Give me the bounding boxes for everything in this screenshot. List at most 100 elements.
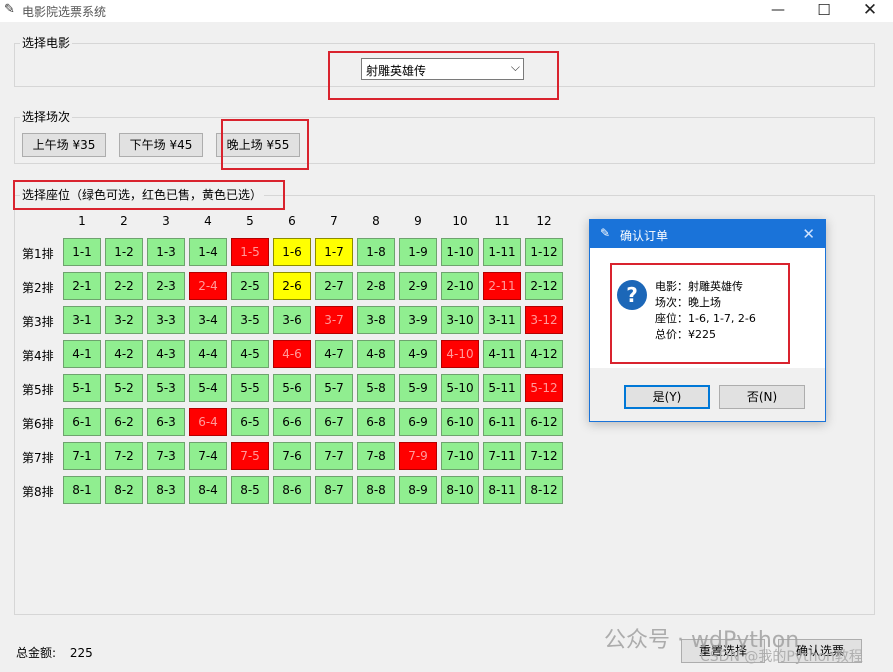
seat-button-7-7[interactable]: 7-7 bbox=[315, 442, 353, 470]
seat-button-3-10[interactable]: 3-10 bbox=[441, 306, 479, 334]
seat-button-4-11[interactable]: 4-11 bbox=[483, 340, 521, 368]
seat-button-7-9[interactable]: 7-9 bbox=[399, 442, 437, 470]
seat-button-1-11[interactable]: 1-11 bbox=[483, 238, 521, 266]
seat-button-7-3[interactable]: 7-3 bbox=[147, 442, 185, 470]
seat-button-2-6[interactable]: 2-6 bbox=[273, 272, 311, 300]
seat-button-4-3[interactable]: 4-3 bbox=[147, 340, 185, 368]
seat-button-6-11[interactable]: 6-11 bbox=[483, 408, 521, 436]
seat-button-6-10[interactable]: 6-10 bbox=[441, 408, 479, 436]
seat-button-1-8[interactable]: 1-8 bbox=[357, 238, 395, 266]
seat-button-8-11[interactable]: 8-11 bbox=[483, 476, 521, 504]
seat-button-5-12[interactable]: 5-12 bbox=[525, 374, 563, 402]
seat-button-5-11[interactable]: 5-11 bbox=[483, 374, 521, 402]
seat-button-3-6[interactable]: 3-6 bbox=[273, 306, 311, 334]
seat-button-8-1[interactable]: 8-1 bbox=[63, 476, 101, 504]
seat-button-4-1[interactable]: 4-1 bbox=[63, 340, 101, 368]
seat-button-1-12[interactable]: 1-12 bbox=[525, 238, 563, 266]
seat-button-3-1[interactable]: 3-1 bbox=[63, 306, 101, 334]
close-button[interactable]: ✕ bbox=[847, 0, 893, 22]
seat-button-7-12[interactable]: 7-12 bbox=[525, 442, 563, 470]
seat-button-1-3[interactable]: 1-3 bbox=[147, 238, 185, 266]
afternoon-session-button[interactable]: 下午场 ¥45 bbox=[119, 133, 203, 157]
seat-button-8-9[interactable]: 8-9 bbox=[399, 476, 437, 504]
seat-button-6-2[interactable]: 6-2 bbox=[105, 408, 143, 436]
seat-button-5-9[interactable]: 5-9 bbox=[399, 374, 437, 402]
seat-button-5-3[interactable]: 5-3 bbox=[147, 374, 185, 402]
seat-button-6-3[interactable]: 6-3 bbox=[147, 408, 185, 436]
seat-button-1-10[interactable]: 1-10 bbox=[441, 238, 479, 266]
seat-button-7-8[interactable]: 7-8 bbox=[357, 442, 395, 470]
seat-button-2-12[interactable]: 2-12 bbox=[525, 272, 563, 300]
seat-button-2-10[interactable]: 2-10 bbox=[441, 272, 479, 300]
seat-button-1-6[interactable]: 1-6 bbox=[273, 238, 311, 266]
seat-button-7-1[interactable]: 7-1 bbox=[63, 442, 101, 470]
seat-button-6-8[interactable]: 6-8 bbox=[357, 408, 395, 436]
seat-button-2-5[interactable]: 2-5 bbox=[231, 272, 269, 300]
seat-button-4-7[interactable]: 4-7 bbox=[315, 340, 353, 368]
seat-button-8-12[interactable]: 8-12 bbox=[525, 476, 563, 504]
seat-button-5-6[interactable]: 5-6 bbox=[273, 374, 311, 402]
seat-button-2-3[interactable]: 2-3 bbox=[147, 272, 185, 300]
dialog-yes-button[interactable]: 是(Y) bbox=[624, 385, 710, 409]
seat-button-2-2[interactable]: 2-2 bbox=[105, 272, 143, 300]
seat-button-4-10[interactable]: 4-10 bbox=[441, 340, 479, 368]
seat-button-6-12[interactable]: 6-12 bbox=[525, 408, 563, 436]
seat-button-6-6[interactable]: 6-6 bbox=[273, 408, 311, 436]
seat-button-4-2[interactable]: 4-2 bbox=[105, 340, 143, 368]
seat-button-6-7[interactable]: 6-7 bbox=[315, 408, 353, 436]
seat-button-5-4[interactable]: 5-4 bbox=[189, 374, 227, 402]
seat-button-5-8[interactable]: 5-8 bbox=[357, 374, 395, 402]
seat-button-5-1[interactable]: 5-1 bbox=[63, 374, 101, 402]
seat-button-3-9[interactable]: 3-9 bbox=[399, 306, 437, 334]
seat-button-3-7[interactable]: 3-7 bbox=[315, 306, 353, 334]
seat-button-8-7[interactable]: 8-7 bbox=[315, 476, 353, 504]
seat-button-3-4[interactable]: 3-4 bbox=[189, 306, 227, 334]
seat-button-1-4[interactable]: 1-4 bbox=[189, 238, 227, 266]
seat-button-4-8[interactable]: 4-8 bbox=[357, 340, 395, 368]
seat-button-1-5[interactable]: 1-5 bbox=[231, 238, 269, 266]
seat-button-7-5[interactable]: 7-5 bbox=[231, 442, 269, 470]
maximize-button[interactable]: ☐ bbox=[801, 0, 847, 22]
seat-button-8-8[interactable]: 8-8 bbox=[357, 476, 395, 504]
seat-button-8-2[interactable]: 8-2 bbox=[105, 476, 143, 504]
seat-button-6-4[interactable]: 6-4 bbox=[189, 408, 227, 436]
dialog-no-button[interactable]: 否(N) bbox=[719, 385, 805, 409]
seat-button-2-7[interactable]: 2-7 bbox=[315, 272, 353, 300]
seat-button-5-10[interactable]: 5-10 bbox=[441, 374, 479, 402]
seat-button-3-5[interactable]: 3-5 bbox=[231, 306, 269, 334]
seat-button-3-11[interactable]: 3-11 bbox=[483, 306, 521, 334]
seat-button-7-4[interactable]: 7-4 bbox=[189, 442, 227, 470]
seat-button-4-4[interactable]: 4-4 bbox=[189, 340, 227, 368]
seat-button-2-9[interactable]: 2-9 bbox=[399, 272, 437, 300]
seat-button-1-7[interactable]: 1-7 bbox=[315, 238, 353, 266]
seat-button-1-2[interactable]: 1-2 bbox=[105, 238, 143, 266]
minimize-button[interactable]: — bbox=[755, 0, 801, 22]
seat-button-1-9[interactable]: 1-9 bbox=[399, 238, 437, 266]
seat-button-6-1[interactable]: 6-1 bbox=[63, 408, 101, 436]
seat-button-7-11[interactable]: 7-11 bbox=[483, 442, 521, 470]
seat-button-8-3[interactable]: 8-3 bbox=[147, 476, 185, 504]
seat-button-8-4[interactable]: 8-4 bbox=[189, 476, 227, 504]
seat-button-7-6[interactable]: 7-6 bbox=[273, 442, 311, 470]
seat-button-5-5[interactable]: 5-5 bbox=[231, 374, 269, 402]
seat-button-2-11[interactable]: 2-11 bbox=[483, 272, 521, 300]
seat-button-4-9[interactable]: 4-9 bbox=[399, 340, 437, 368]
seat-button-7-10[interactable]: 7-10 bbox=[441, 442, 479, 470]
seat-button-8-10[interactable]: 8-10 bbox=[441, 476, 479, 504]
seat-button-4-12[interactable]: 4-12 bbox=[525, 340, 563, 368]
seat-button-5-2[interactable]: 5-2 bbox=[105, 374, 143, 402]
seat-button-2-4[interactable]: 2-4 bbox=[189, 272, 227, 300]
seat-button-7-2[interactable]: 7-2 bbox=[105, 442, 143, 470]
seat-button-2-8[interactable]: 2-8 bbox=[357, 272, 395, 300]
seat-button-1-1[interactable]: 1-1 bbox=[63, 238, 101, 266]
seat-button-3-8[interactable]: 3-8 bbox=[357, 306, 395, 334]
morning-session-button[interactable]: 上午场 ¥35 bbox=[22, 133, 106, 157]
seat-button-2-1[interactable]: 2-1 bbox=[63, 272, 101, 300]
seat-button-6-5[interactable]: 6-5 bbox=[231, 408, 269, 436]
seat-button-5-7[interactable]: 5-7 bbox=[315, 374, 353, 402]
seat-button-3-3[interactable]: 3-3 bbox=[147, 306, 185, 334]
dialog-close-button[interactable]: ✕ bbox=[802, 225, 815, 243]
seat-button-8-5[interactable]: 8-5 bbox=[231, 476, 269, 504]
seat-button-3-2[interactable]: 3-2 bbox=[105, 306, 143, 334]
seat-button-3-12[interactable]: 3-12 bbox=[525, 306, 563, 334]
